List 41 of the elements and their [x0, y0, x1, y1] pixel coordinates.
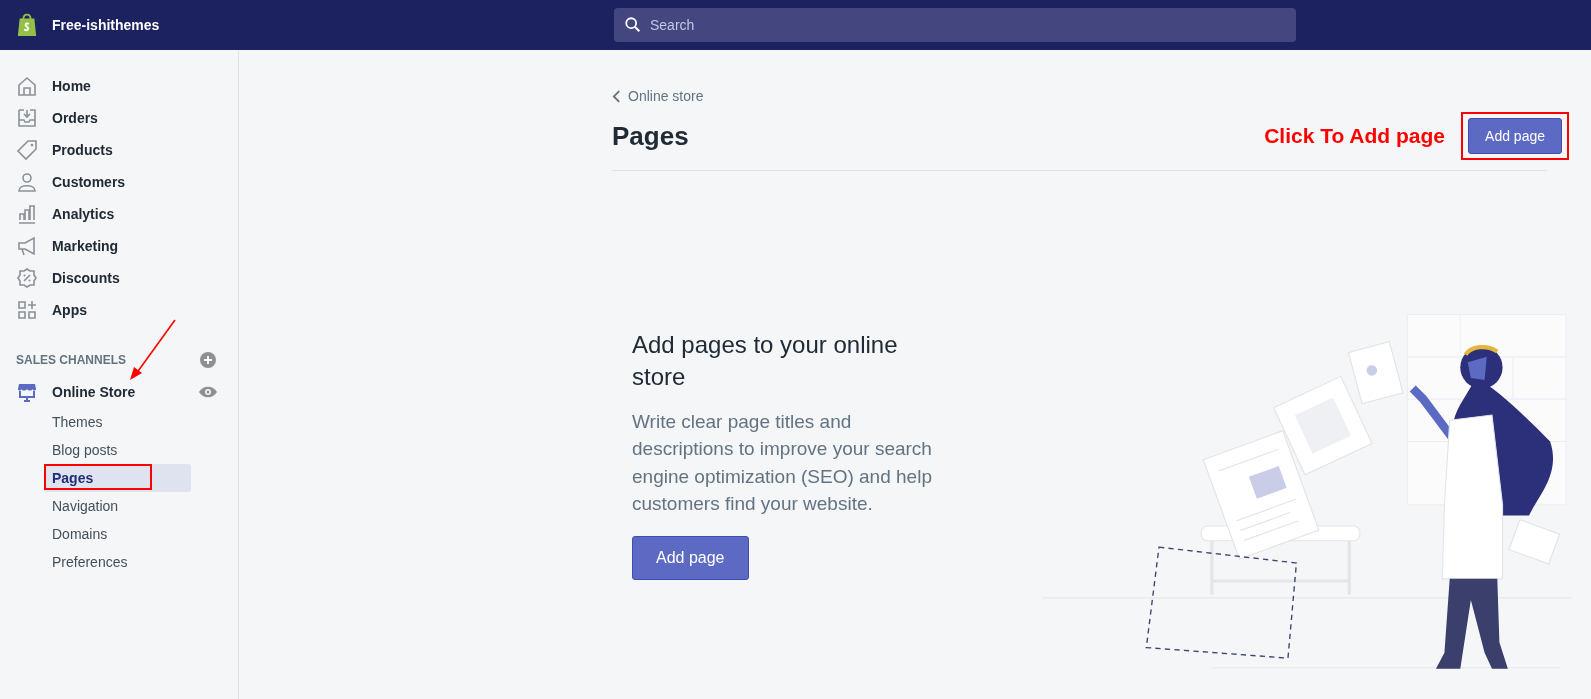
- tag-icon: [16, 139, 38, 161]
- add-page-button[interactable]: Add page: [632, 535, 749, 580]
- annotation-text: Click To Add page: [1264, 124, 1446, 148]
- empty-state-text: Write clear page titles and descriptions to improve your search engine optimization (SEO) and help customers find your website.: [632, 409, 933, 517]
- add-channel-button[interactable]: [199, 351, 217, 369]
- search-field[interactable]: Search: [614, 8, 1296, 42]
- breadcrumb-link[interactable]: Online store: [612, 88, 1547, 104]
- store-name: Free-ishithemes: [52, 17, 160, 33]
- inbox-icon: [16, 107, 38, 129]
- nav-subitem[interactable]: Preferences: [44, 548, 191, 576]
- shopping-bag-logo-icon: [16, 12, 38, 38]
- nav-subitem[interactable]: Navigation: [44, 492, 191, 520]
- eye-icon: [198, 385, 218, 399]
- view-store-button[interactable]: [198, 385, 218, 399]
- nav-subitem[interactable]: Pages: [44, 464, 191, 492]
- search-icon: [624, 16, 642, 34]
- nav-item[interactable]: Discounts: [0, 262, 238, 294]
- empty-state-heading: Add pages to your online store: [632, 330, 899, 393]
- nav-subitem[interactable]: Themes: [44, 408, 191, 436]
- nav-item[interactable]: Marketing: [0, 230, 238, 262]
- nav-subitem[interactable]: Blog posts: [44, 436, 191, 464]
- add-page-button[interactable]: Add page: [1468, 118, 1562, 154]
- nav-item[interactable]: Analytics: [0, 198, 238, 230]
- nav-item[interactable]: Online Store: [0, 376, 136, 408]
- nav-item[interactable]: Apps: [0, 294, 238, 326]
- home-icon: [16, 75, 38, 97]
- nav-subitem[interactable]: Domains: [44, 520, 191, 548]
- apps-grid-icon: [16, 299, 38, 321]
- chevron-left-icon: [612, 89, 621, 103]
- storefront-icon: [16, 381, 38, 403]
- megaphone-icon: [16, 235, 38, 257]
- page-title: Pages: [612, 120, 689, 152]
- nav-item[interactable]: Home: [0, 70, 238, 102]
- bar-chart-icon: [16, 203, 38, 225]
- nav-item[interactable]: Products: [0, 134, 238, 166]
- plus-circle-icon: [199, 351, 217, 369]
- nav-item[interactable]: Orders: [0, 102, 238, 134]
- nav-item[interactable]: Customers: [0, 166, 238, 198]
- section-title: SALES CHANNELS: [16, 353, 126, 367]
- person-icon: [16, 171, 38, 193]
- percent-badge-icon: [16, 267, 38, 289]
